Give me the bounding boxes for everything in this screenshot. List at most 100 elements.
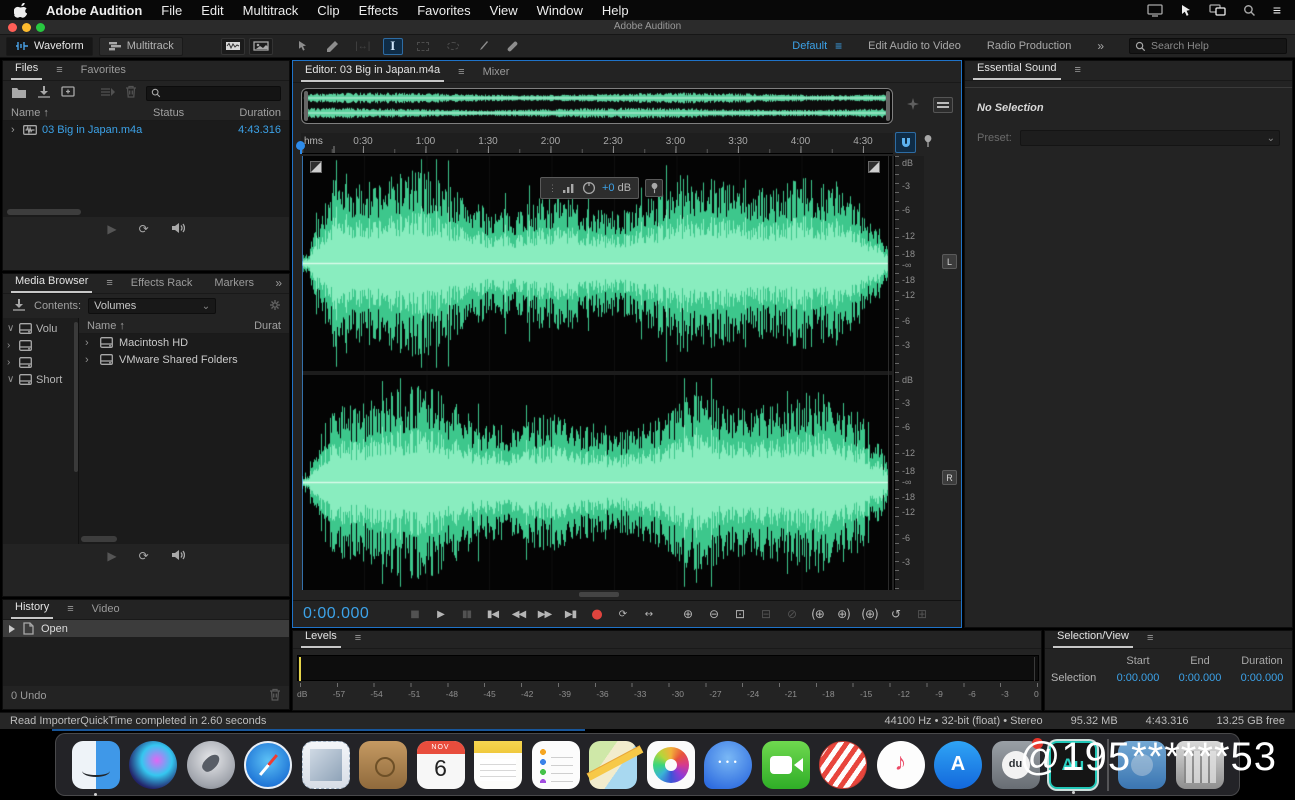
tab-favorites[interactable]: Favorites [77,61,130,80]
zoom-selection-button[interactable]: (⊕) [858,605,881,624]
facetime-icon[interactable] [762,741,810,789]
snap-magnet-toggle[interactable] [895,132,916,153]
disclosure-icon[interactable]: › [11,124,23,136]
search-help-input[interactable] [1151,40,1271,52]
spotlight-icon[interactable] [1243,4,1256,17]
photos-icon[interactable] [647,741,695,789]
disclosure-icon[interactable]: ∨ [7,323,15,334]
column-name[interactable]: Name [87,320,116,332]
zoom-amplitude-in-button[interactable]: ⊡ [728,605,751,624]
finder-icon[interactable] [72,741,120,789]
overview-waveform[interactable] [302,89,892,123]
disclosure-icon[interactable]: › [85,337,94,349]
menu-item[interactable]: Multitrack [243,3,299,18]
preview-play-button[interactable]: ▶ [107,549,116,563]
range-settings-icon[interactable] [933,97,953,113]
contacts-icon[interactable] [359,741,407,789]
menu-item[interactable]: File [161,3,182,18]
playhead-line[interactable] [302,156,303,590]
notes-icon[interactable] [474,741,522,789]
marquee-selection-tool-button[interactable] [413,38,433,55]
open-file-button[interactable] [11,86,27,101]
menu-item[interactable]: View [490,3,518,18]
zoom-full-button[interactable]: ⊞ [910,605,933,624]
volume-hud[interactable]: ⋮ +0 dB [540,177,663,199]
range-handle-right[interactable] [886,91,890,121]
menu-item[interactable]: Effects [359,3,399,18]
time-selection-tool-button[interactable]: I [383,38,403,55]
amplitude-scale[interactable]: dB-3-6-12-18-∞-18-12-6-3 dB-3-6-12-18-∞-… [894,156,924,590]
tab-media-browser[interactable]: Media Browser [11,272,92,293]
workspace-default[interactable]: Default [792,40,827,52]
auto-play-speaker-button[interactable] [171,549,185,564]
tab-files[interactable]: Files [11,59,42,80]
tree-item[interactable]: › [3,337,78,354]
menu-list-icon[interactable]: ≡ [1273,2,1281,18]
menu-app-name[interactable]: Adobe Audition [46,3,142,18]
selection-duration-value[interactable]: 0:00.000 [1231,672,1293,684]
files-search-box[interactable] [146,86,281,101]
preview-play-button[interactable]: ▶ [107,222,116,236]
launchpad-icon[interactable] [187,741,235,789]
marker-pin-icon[interactable] [923,134,933,151]
import-file-button[interactable] [36,85,52,102]
overview-range-bar[interactable] [301,88,893,124]
tab-levels[interactable]: Levels [301,627,341,648]
tree-item[interactable]: › [3,354,78,371]
app-store-icon[interactable] [934,741,982,789]
tab-essential-sound[interactable]: Essential Sound [973,59,1061,80]
hud-pin-button[interactable] [645,179,663,197]
selection-end-value[interactable]: 0:00.000 [1169,672,1231,684]
waveform-display[interactable]: ⋮ +0 dB [302,156,892,590]
striped-red-app-icon[interactable] [819,741,867,789]
restore-zoom-button[interactable]: ↺ [884,605,907,624]
waveform-view-button[interactable] [221,38,245,55]
spot-healing-indicator-icon[interactable] [907,98,919,113]
panel-menu-icon[interactable]: ≡ [458,63,464,82]
spectral-view-button[interactable] [249,38,273,55]
contents-dropdown[interactable]: Volumes ⌄ [88,298,216,314]
maps-icon[interactable] [589,741,637,789]
slip-tool-button[interactable]: |↔| [353,38,373,55]
level-meter[interactable] [297,655,1039,681]
zoom-in-button[interactable]: ⊕ [676,605,699,624]
menu-item[interactable]: Window [537,3,583,18]
selection-start-value[interactable]: 0:00.000 [1107,672,1169,684]
disclosure-icon[interactable]: › [85,354,94,366]
column-status[interactable]: Status [153,107,215,119]
mail-icon[interactable] [302,741,350,789]
right-channel-badge[interactable]: R [942,470,957,485]
workspace-menu-icon[interactable]: ≡ [835,39,842,53]
display-status-icon[interactable] [1147,4,1163,17]
media-settings-gear-icon[interactable] [269,299,281,314]
Macintosh HD[interactable]: › Macintosh HD [79,334,289,351]
delete-history-trash-icon[interactable] [269,688,281,704]
tab-overflow-icon[interactable]: » [275,276,281,293]
range-handle-left[interactable] [304,91,308,121]
VMware Shared Folders[interactable]: › VMware Shared Folders [79,351,289,368]
tab-selection-view[interactable]: Selection/View [1053,627,1133,648]
vertical-scrollbar[interactable] [74,322,78,472]
close-file-button[interactable] [125,85,137,101]
waveform-right-channel[interactable] [302,375,892,590]
panel-menu-icon[interactable]: ≡ [1147,629,1153,648]
disclosure-icon[interactable]: › [7,357,15,368]
zoom-amplitude-out-button[interactable]: ⊟ [754,605,777,624]
preview-loop-button[interactable]: ⟳ [139,549,149,563]
horizontal-scrollbar[interactable] [81,536,117,542]
workspace-item[interactable]: Radio Production [987,40,1071,52]
pause-button[interactable]: ▮▮ [455,605,478,624]
column-name[interactable]: Name [11,107,40,119]
horizontal-scrollbar[interactable] [7,209,81,215]
menu-item[interactable]: Clip [317,3,339,18]
timeline-ruler[interactable]: hms 0:301:001:302:002:303:003:304:004:30 [301,133,893,154]
rewind-button[interactable]: ◀◀ [507,605,530,624]
workspace-overflow-icon[interactable]: » [1097,39,1103,53]
tree-item[interactable]: ∨ Volu [3,320,78,337]
menu-item[interactable]: Help [602,3,629,18]
files-search-input[interactable] [165,88,245,99]
reminders-icon[interactable] [532,741,580,789]
play-button[interactable]: ▶ [429,605,452,624]
panel-menu-icon[interactable]: ≡ [67,600,73,619]
insert-into-multitrack-button[interactable] [100,86,116,101]
